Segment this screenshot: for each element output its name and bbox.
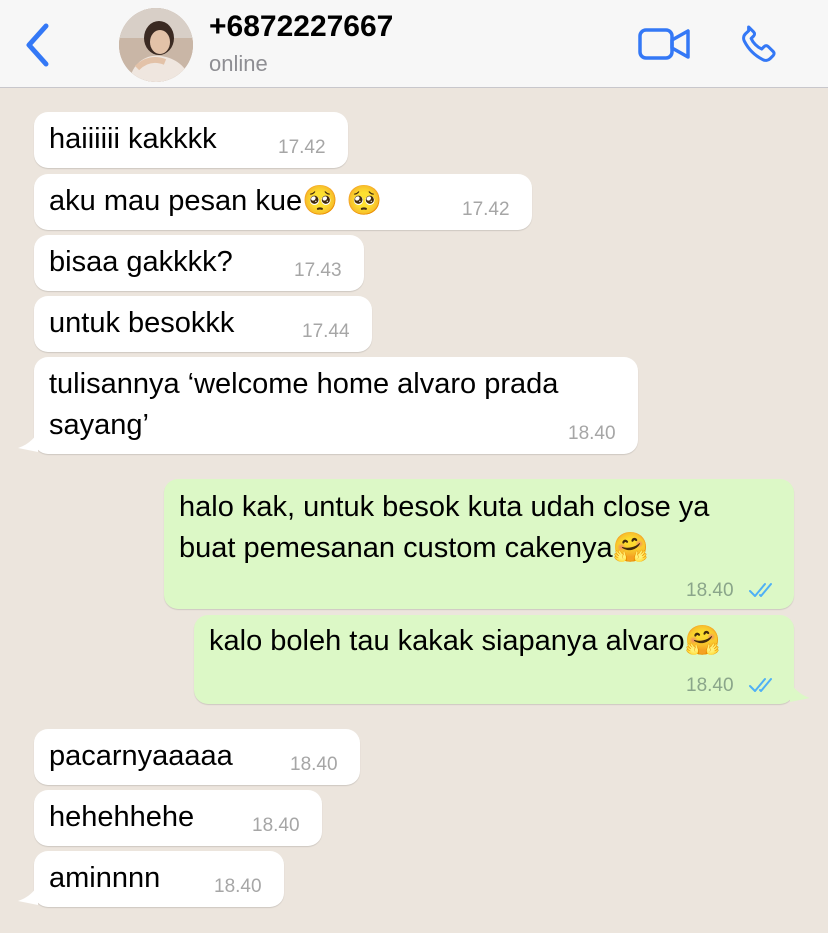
contact-status: online bbox=[209, 51, 268, 76]
message-text: aku mau pesan kue🥺 🥺 bbox=[49, 185, 383, 217]
message-bubble-outgoing[interactable]: halo kak, untuk besok kuta udah close ya… bbox=[164, 479, 794, 609]
contact-name[interactable]: +6872227667 bbox=[209, 10, 393, 44]
message-text: bisaa gakkkk? bbox=[49, 246, 233, 278]
message-bubble-incoming[interactable]: bisaa gakkkk? 17.43 bbox=[34, 235, 364, 291]
message-time: 18.40 bbox=[568, 423, 616, 444]
video-camera-icon bbox=[638, 28, 690, 60]
bubble-tail bbox=[18, 432, 38, 452]
chevron-left-icon bbox=[26, 23, 49, 67]
phone-icon bbox=[742, 25, 776, 62]
message-bubble-incoming[interactable]: untuk besokkk 17.44 bbox=[34, 296, 372, 352]
message-time: 17.42 bbox=[462, 199, 510, 220]
message-text: tulisannya ‘welcome home alvaro prada sa… bbox=[49, 368, 559, 441]
message-time: 17.44 bbox=[302, 321, 350, 342]
message-text: kalo boleh tau kakak siapanya alvaro🤗 bbox=[209, 625, 721, 657]
message-text: halo kak, untuk besok kuta udah close ya… bbox=[179, 491, 710, 564]
message-time: 18.40 bbox=[686, 675, 734, 696]
message-time: 17.42 bbox=[278, 137, 326, 158]
message-time: 18.40 bbox=[686, 580, 734, 601]
chat-header: +6872227667 online bbox=[0, 0, 828, 88]
message-bubble-outgoing[interactable]: kalo boleh tau kakak siapanya alvaro🤗 18… bbox=[194, 615, 794, 704]
contact-avatar[interactable] bbox=[119, 8, 193, 82]
back-button[interactable] bbox=[18, 20, 58, 70]
message-bubble-incoming[interactable]: aku mau pesan kue🥺 🥺 17.42 bbox=[34, 174, 532, 230]
message-time: 18.40 bbox=[252, 815, 300, 836]
message-time: 18.40 bbox=[290, 754, 338, 775]
message-time: 17.43 bbox=[294, 260, 342, 281]
message-text: hehehhehe bbox=[49, 801, 195, 833]
bubble-tail bbox=[790, 682, 810, 702]
message-bubble-incoming[interactable]: tulisannya ‘welcome home alvaro prada sa… bbox=[34, 357, 638, 454]
message-bubble-incoming[interactable]: pacarnyaaaaa 18.40 bbox=[34, 729, 360, 785]
voice-call-button[interactable] bbox=[736, 22, 782, 68]
message-text: untuk besokkk bbox=[49, 307, 235, 339]
message-time: 18.40 bbox=[214, 876, 262, 897]
message-text: haiiiiii kakkkk bbox=[49, 123, 217, 155]
message-bubble-incoming[interactable]: aminnnn 18.40 bbox=[34, 851, 284, 907]
avatar-photo bbox=[119, 8, 193, 82]
message-text: aminnnn bbox=[49, 862, 161, 894]
message-text: pacarnyaaaaa bbox=[49, 740, 233, 772]
message-bubble-incoming[interactable]: haiiiiii kakkkk 17.42 bbox=[34, 112, 348, 168]
read-ticks-icon bbox=[749, 583, 772, 597]
bubble-tail bbox=[18, 885, 38, 905]
message-bubble-incoming[interactable]: hehehhehe 18.40 bbox=[34, 790, 322, 846]
read-ticks-icon bbox=[749, 678, 772, 692]
video-call-button[interactable] bbox=[637, 24, 691, 64]
